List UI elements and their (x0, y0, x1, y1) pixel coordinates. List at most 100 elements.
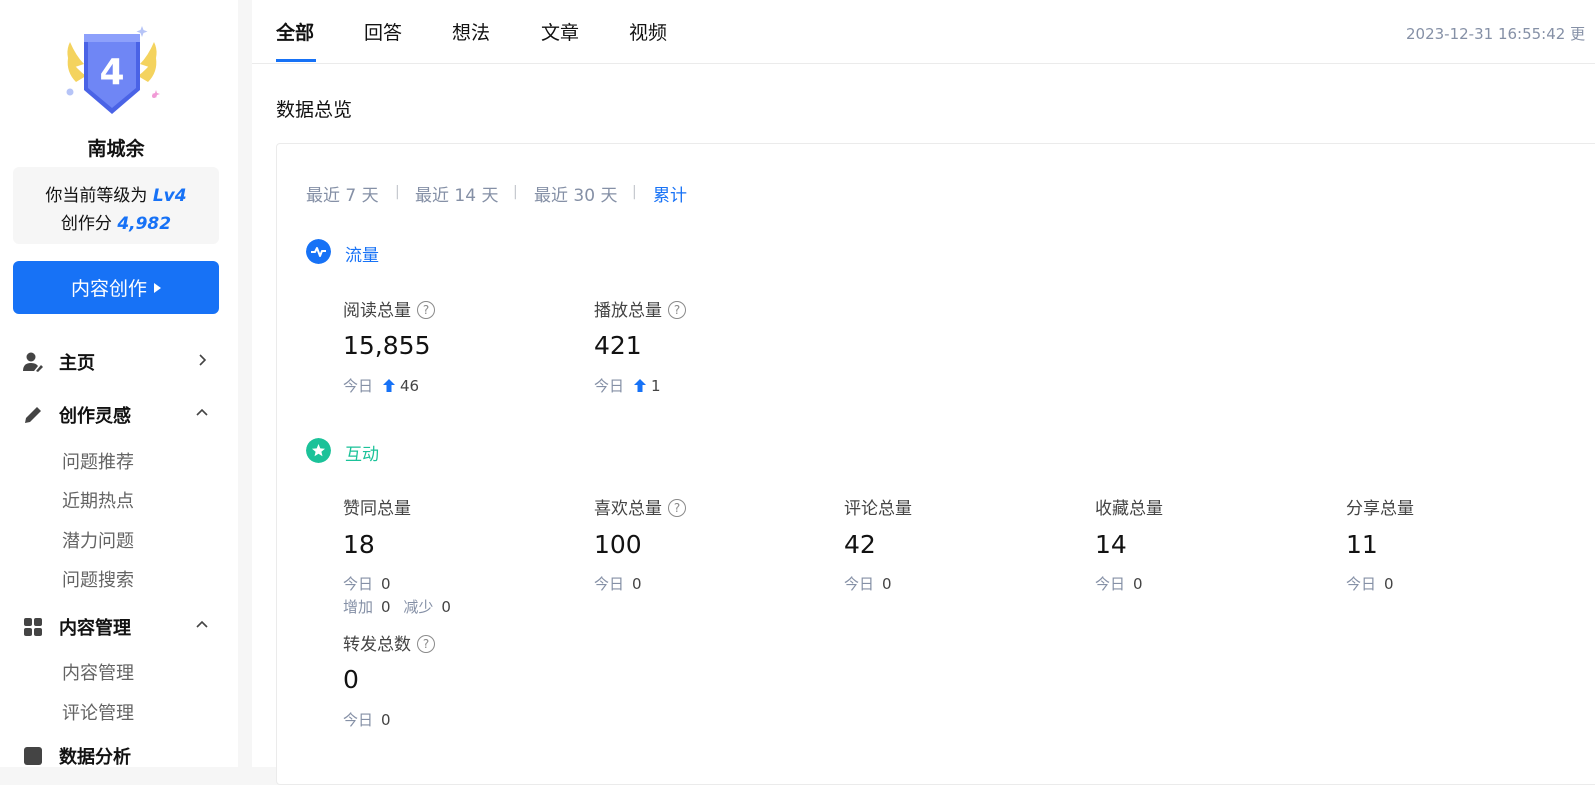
help-icon[interactable]: ? (417, 635, 435, 653)
nav-data-analysis[interactable]: 数据分析 (0, 740, 238, 767)
metric-favorites-label: 收藏总量 (1095, 499, 1163, 519)
tab-all[interactable]: 全部 (276, 18, 314, 45)
score-line: 创作分 4,982 (13, 209, 219, 234)
score-prefix: 创作分 (60, 214, 112, 234)
traffic-label: 流量 (345, 246, 379, 266)
sidebar: 4 南城余 你当前等级为 Lv4 创作分 4,982 内容创作 主页 创作灵感 … (0, 0, 238, 767)
score-value: 4,982 (117, 214, 172, 234)
tab-articles[interactable]: 文章 (541, 18, 579, 45)
nav-inspiration-label: 创作灵感 (59, 406, 131, 427)
today-label: 今日 (343, 377, 374, 395)
metric-upvotes-label: 赞同总量 (343, 499, 411, 519)
metric-shares-value: 11 (1346, 530, 1378, 559)
tab-videos[interactable]: 视频 (629, 18, 667, 45)
nav-home-label: 主页 (59, 353, 95, 374)
chevron-right-icon (199, 354, 207, 366)
metric-reads-today: 今日 46 (343, 375, 419, 396)
today-value: 0 (381, 575, 391, 593)
user-icon (23, 352, 43, 372)
range-7-days[interactable]: 最近 7 天 (306, 181, 379, 206)
metric-shares-today: 今日 0 (1346, 573, 1394, 594)
today-value: 0 (632, 575, 642, 593)
nav-item-potential-question[interactable]: 潜力问题 (62, 527, 134, 553)
tab-bar: 全部 回答 想法 文章 视频 2023-12-31 16:55:42 更 (252, 0, 1595, 64)
range-separator: | (513, 184, 518, 200)
metric-comments-label: 评论总量 (844, 499, 912, 519)
help-icon[interactable]: ? (668, 301, 686, 319)
range-cumulative[interactable]: 累计 (653, 181, 687, 206)
update-time: 2023-12-31 16:55:42 更 (1406, 25, 1586, 43)
metric-plays-value: 421 (594, 331, 642, 360)
level-prefix: 你当前等级为 (45, 186, 148, 206)
nav-content-management[interactable]: 内容管理 (0, 611, 238, 641)
level-badge-icon: 4 (66, 26, 160, 114)
active-tab-indicator (276, 59, 316, 62)
chart-icon (24, 747, 42, 765)
decrease-value: 0 (441, 598, 451, 616)
nav-item-question-recommend[interactable]: 问题推荐 (62, 448, 134, 474)
nav-data-analysis-label: 数据分析 (59, 747, 131, 767)
interaction-label: 互动 (345, 445, 379, 465)
content-create-button[interactable]: 内容创作 (13, 261, 219, 314)
metric-forwards-value: 0 (343, 665, 359, 694)
increase-label: 增加 (343, 598, 374, 616)
nav-content-management-label: 内容管理 (59, 618, 131, 639)
grid-icon (24, 618, 42, 636)
create-button-label: 内容创作 (70, 278, 147, 300)
today-value: 0 (1384, 575, 1394, 593)
metric-label-text: 阅读总量 (343, 301, 411, 321)
traffic-icon (306, 239, 331, 264)
metric-upvotes-change: 增加 0 减少 0 (343, 596, 451, 617)
metric-reads-label: 阅读总量? (343, 296, 435, 321)
metric-forwards-label: 转发总数? (343, 630, 435, 655)
metric-likes-label: 喜欢总量? (594, 494, 686, 519)
nav-home[interactable]: 主页 (0, 346, 238, 376)
chevron-up-icon (196, 620, 208, 628)
today-label: 今日 (594, 575, 625, 593)
nav-item-content-management[interactable]: 内容管理 (62, 659, 134, 685)
today-label: 今日 (343, 711, 374, 729)
metric-likes-today: 今日 0 (594, 573, 642, 594)
metric-upvotes-value: 18 (343, 530, 375, 559)
metric-plays-label: 播放总量? (594, 296, 686, 321)
metric-label-text: 喜欢总量 (594, 499, 662, 519)
metric-shares-label: 分享总量 (1346, 499, 1414, 519)
tab-pins[interactable]: 想法 (452, 18, 490, 45)
metric-favorites-today: 今日 0 (1095, 573, 1143, 594)
arrow-up-icon (634, 379, 647, 392)
nav-item-comment-management[interactable]: 评论管理 (62, 699, 134, 725)
today-label: 今日 (1346, 575, 1377, 593)
metric-likes-value: 100 (594, 530, 642, 559)
nav-item-question-search[interactable]: 问题搜索 (62, 566, 134, 592)
metric-comments-today: 今日 0 (844, 573, 892, 594)
range-14-days[interactable]: 最近 14 天 (415, 181, 498, 206)
metric-upvotes-today: 今日 0 (343, 573, 391, 594)
metric-forwards-today: 今日 0 (343, 709, 391, 730)
username: 南城余 (87, 138, 145, 160)
decrease-label: 减少 (403, 598, 434, 616)
help-icon[interactable]: ? (668, 499, 686, 517)
interaction-icon (306, 438, 331, 463)
range-separator: | (632, 184, 637, 200)
range-30-days[interactable]: 最近 30 天 (534, 181, 617, 206)
metric-reads-value: 15,855 (343, 331, 431, 360)
nav-inspiration[interactable]: 创作灵感 (0, 399, 238, 429)
section-title: 数据总览 (276, 99, 353, 121)
range-separator: | (395, 184, 400, 200)
metric-comments-value: 42 (844, 530, 876, 559)
nav-item-recent-hot[interactable]: 近期热点 (62, 487, 134, 513)
level-info: 你当前等级为 Lv4 创作分 4,982 (13, 167, 219, 244)
metric-label-text: 播放总量 (594, 301, 662, 321)
help-icon[interactable]: ? (417, 301, 435, 319)
today-value: 46 (400, 377, 420, 395)
chevron-up-icon (196, 408, 208, 416)
tab-answers[interactable]: 回答 (364, 18, 402, 45)
increase-value: 0 (381, 598, 391, 616)
arrow-up-icon (383, 379, 396, 392)
metric-plays-today: 今日 1 (594, 375, 661, 396)
today-label: 今日 (1095, 575, 1126, 593)
metric-favorites-value: 14 (1095, 530, 1127, 559)
today-label: 今日 (844, 575, 875, 593)
metric-label-text: 转发总数 (343, 635, 411, 655)
overview-panel (276, 143, 1595, 785)
